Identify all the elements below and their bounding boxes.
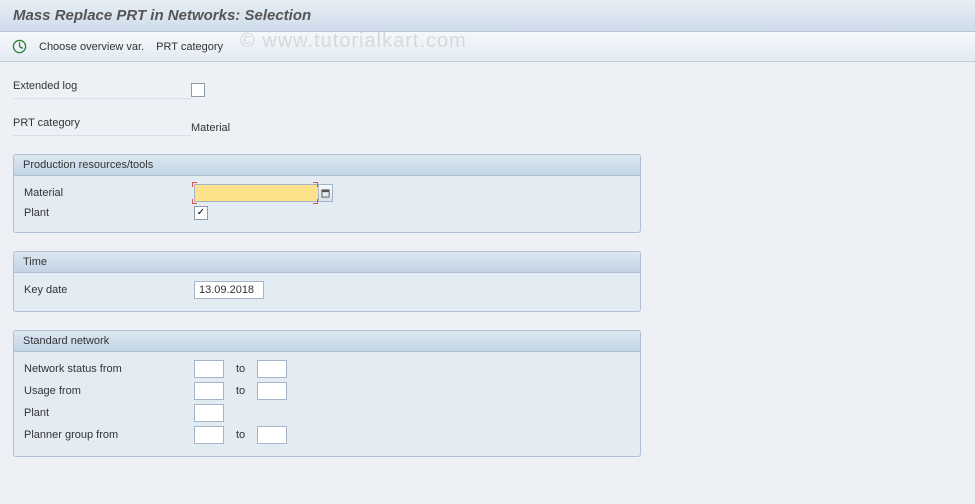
required-marker-icon	[313, 182, 318, 187]
plant-checkbox[interactable]	[194, 206, 208, 220]
to-label: to	[236, 363, 245, 375]
to-label: to	[236, 429, 245, 441]
usage-label: Usage from	[24, 385, 194, 397]
network-status-to-input[interactable]	[257, 360, 287, 378]
prt-category-value: Material	[191, 120, 230, 134]
planner-to-input[interactable]	[257, 426, 287, 444]
network-status-from-input[interactable]	[194, 360, 224, 378]
content: Extended log PRT category Material Produ…	[0, 62, 975, 485]
std-plant-label: Plant	[24, 407, 194, 419]
planner-from-input[interactable]	[194, 426, 224, 444]
usage-from-input[interactable]	[194, 382, 224, 400]
group-time-header: Time	[14, 252, 640, 273]
choose-overview-button[interactable]: Choose overview var.	[39, 41, 144, 53]
required-marker-icon	[313, 199, 318, 204]
toolbar: Choose overview var. PRT category	[0, 32, 975, 62]
extended-log-checkbox[interactable]	[191, 83, 205, 97]
group-time: Time Key date	[13, 251, 641, 312]
value-help-button[interactable]	[319, 184, 333, 202]
page-title: Mass Replace PRT in Networks: Selection	[0, 0, 975, 32]
prt-category-row: PRT category Material	[13, 117, 962, 136]
group-std-header: Standard network	[14, 331, 640, 352]
group-standard-network: Standard network Network status from to …	[13, 330, 641, 457]
execute-icon[interactable]	[12, 39, 27, 54]
std-plant-input[interactable]	[194, 404, 224, 422]
network-status-label: Network status from	[24, 363, 194, 375]
prt-category-button[interactable]: PRT category	[156, 41, 223, 53]
keydate-input[interactable]	[194, 281, 264, 299]
usage-to-input[interactable]	[257, 382, 287, 400]
material-input[interactable]	[194, 184, 319, 202]
group-prt-header: Production resources/tools	[14, 155, 640, 176]
plant-label: Plant	[24, 207, 194, 219]
keydate-label: Key date	[24, 284, 194, 296]
material-label: Material	[24, 187, 194, 199]
required-marker-icon	[192, 199, 197, 204]
group-prt: Production resources/tools Material Plan…	[13, 154, 641, 233]
planner-group-label: Planner group from	[24, 429, 194, 441]
extended-log-row: Extended log	[13, 80, 962, 99]
material-field-wrap	[194, 184, 333, 202]
prt-category-label: PRT category	[13, 117, 191, 136]
to-label: to	[236, 385, 245, 397]
required-marker-icon	[192, 182, 197, 187]
extended-log-label: Extended log	[13, 80, 191, 99]
